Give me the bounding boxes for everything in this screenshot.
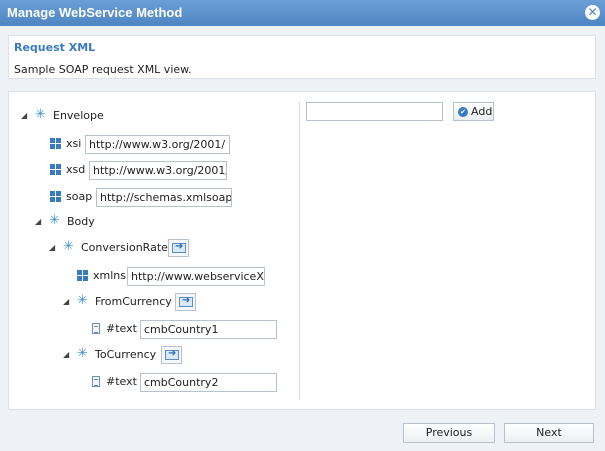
tree-attr-xsi: xsi http://www.w3.org/2001/: [50, 135, 290, 155]
collapse-toggle-icon[interactable]: ◢: [49, 243, 55, 252]
element-node-icon: ✳: [63, 239, 74, 254]
add-child-button[interactable]: [168, 239, 189, 257]
element-node-icon: ✳: [35, 107, 46, 122]
tree-attr-soap: soap http://schemas.xmlsoap.o: [50, 188, 290, 208]
element-node-icon: ✳: [49, 213, 60, 228]
attribute-icon: [77, 270, 88, 281]
tree-node-envelope: ◢ ✳ Envelope: [21, 107, 221, 127]
text-label: #text: [106, 322, 137, 335]
add-child-icon: [179, 295, 193, 307]
element-node-icon: ✳: [77, 293, 88, 308]
tree-node-to-currency: ◢ ✳ ToCurrency: [63, 346, 283, 366]
attr-label-xmlns: xmlns: [93, 269, 126, 282]
text-label: #text: [106, 375, 137, 388]
add-child-icon: [165, 348, 179, 360]
attr-label-xsi: xsi: [66, 137, 82, 150]
node-name-input[interactable]: [306, 102, 443, 121]
to-currency-text-field[interactable]: cmbCountry2: [140, 373, 277, 392]
attribute-icon: [50, 138, 61, 149]
section-title: Request XML: [14, 41, 96, 54]
tree-node-body: ◢ ✳ Body: [35, 213, 235, 233]
node-label-conversion-rate: ConversionRate: [81, 241, 168, 254]
previous-button[interactable]: Previous: [403, 423, 495, 443]
soap-value-field[interactable]: http://schemas.xmlsoap.o: [96, 188, 232, 207]
tree-attr-xsd: xsd http://www.w3.org/2001/: [50, 161, 290, 181]
node-label-body: Body: [67, 215, 95, 228]
panel-divider: [299, 102, 300, 400]
attribute-icon: [50, 191, 61, 202]
collapse-toggle-icon[interactable]: ◢: [35, 217, 41, 226]
close-icon[interactable]: ✕: [585, 5, 600, 20]
xml-tree-panel: ◢ ✳ Envelope xsi http://www.w3.org/2001/…: [8, 91, 596, 410]
header-panel: Request XML Sample SOAP request XML view…: [8, 35, 596, 79]
node-label-from-currency: FromCurrency: [95, 295, 172, 308]
tree-node-conversion-rate: ◢ ✳ ConversionRate: [49, 239, 289, 259]
add-child-button[interactable]: [161, 346, 182, 364]
text-node-icon: [92, 323, 100, 334]
xmlns-value-field[interactable]: http://www.webserviceX.: [127, 267, 265, 286]
text-node-icon: [92, 376, 100, 387]
collapse-toggle-icon[interactable]: ◢: [21, 111, 27, 120]
node-label-to-currency: ToCurrency: [95, 348, 157, 361]
attribute-icon: [50, 164, 61, 175]
add-child-button[interactable]: [175, 293, 196, 311]
add-button-label: Add: [471, 105, 493, 118]
tree-text-to: #text cmbCountry2: [92, 373, 292, 393]
add-child-icon: [172, 241, 186, 253]
element-node-icon: ✳: [77, 346, 88, 361]
title-bar: Manage WebService Method ✕: [0, 0, 605, 26]
check-circle-icon: ✔: [458, 107, 468, 117]
collapse-toggle-icon[interactable]: ◢: [63, 350, 69, 359]
xsd-value-field[interactable]: http://www.w3.org/2001/: [89, 161, 227, 180]
tree-text-from: #text cmbCountry1: [92, 320, 292, 340]
tree-attr-xmlns: xmlns http://www.webserviceX.: [77, 267, 297, 287]
xsi-value-field[interactable]: http://www.w3.org/2001/: [85, 135, 230, 154]
add-button[interactable]: ✔ Add: [453, 102, 494, 121]
window-title: Manage WebService Method: [7, 5, 183, 20]
node-label-envelope: Envelope: [53, 109, 104, 122]
tree-node-from-currency: ◢ ✳ FromCurrency: [63, 293, 283, 313]
collapse-toggle-icon[interactable]: ◢: [63, 297, 69, 306]
attr-label-xsd: xsd: [66, 163, 86, 176]
from-currency-text-field[interactable]: cmbCountry1: [140, 320, 277, 339]
section-description: Sample SOAP request XML view.: [14, 63, 192, 76]
next-button[interactable]: Next: [504, 423, 594, 443]
attr-label-soap: soap: [66, 190, 93, 203]
